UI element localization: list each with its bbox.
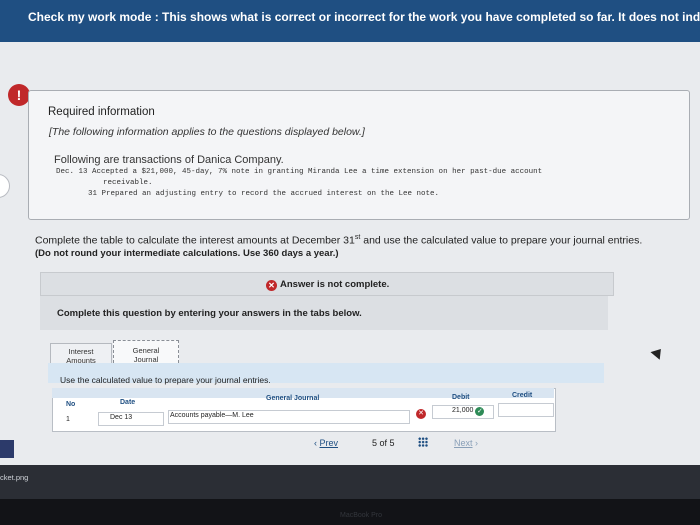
cursor-icon	[650, 345, 666, 360]
debit-value: 21,000 ✓	[452, 407, 485, 416]
journal-instruction: Use the calculated value to prepare your…	[60, 375, 271, 385]
prev-button[interactable]: ‹ Prev	[314, 438, 338, 448]
check-icon: ✓	[475, 407, 485, 416]
x-circle-icon: ✕	[266, 280, 277, 291]
col-header-debit: Debit	[452, 394, 470, 401]
credit-input[interactable]	[498, 403, 554, 417]
grid-icon[interactable]	[418, 437, 428, 447]
col-header-date: Date	[120, 399, 136, 406]
transaction-line: Dec. 13 Accepted a $21,000, 45-day, 7% n…	[56, 168, 543, 176]
rounding-note: (Do not round your intermediate calculat…	[35, 248, 339, 259]
col-header-no: No	[66, 401, 76, 408]
alert-icon: !	[8, 84, 30, 106]
col-header-credit: Credit	[512, 392, 533, 399]
complete-instructions: Complete this question by entering your …	[57, 308, 362, 319]
transaction-line-cont: receivable.	[103, 179, 153, 187]
tab-label: General	[132, 346, 160, 355]
answer-status: ✕ Answer is not complete.	[266, 279, 389, 291]
transaction-line: 31 Prepared an adjusting entry to record…	[88, 190, 440, 198]
question-text: Complete the table to calculate the inte…	[35, 234, 643, 247]
x-circle-icon: ✕	[416, 409, 426, 419]
bezel-label: MacBook Pro	[340, 512, 383, 519]
side-nav-button[interactable]	[0, 174, 10, 198]
applies-note: [The following information applies to th…	[49, 126, 365, 138]
row-number: 1	[66, 416, 70, 423]
transactions-intro: Following are transactions of Danica Com…	[54, 154, 284, 166]
browser-screen: Check my work mode : This shows what is …	[0, 0, 700, 465]
check-mode-banner: Check my work mode : This shows what is …	[0, 0, 700, 42]
banner-text: Check my work mode : This shows what is …	[28, 10, 700, 24]
account-value: Accounts payable—M. Lee	[170, 412, 254, 419]
next-button[interactable]: Next ›	[454, 438, 478, 448]
date-value: Dec 13	[110, 414, 133, 421]
download-file-name[interactable]: cket.png	[0, 473, 28, 482]
taskbar-app-icon[interactable]	[0, 440, 14, 458]
page-indicator: 5 of 5	[372, 438, 395, 448]
chevron-right-icon: ›	[472, 438, 479, 448]
col-header-general-journal: General Journal	[266, 395, 320, 402]
download-bar	[0, 465, 700, 499]
required-info-title: Required information	[48, 106, 155, 118]
tab-label: Interest	[68, 347, 94, 356]
